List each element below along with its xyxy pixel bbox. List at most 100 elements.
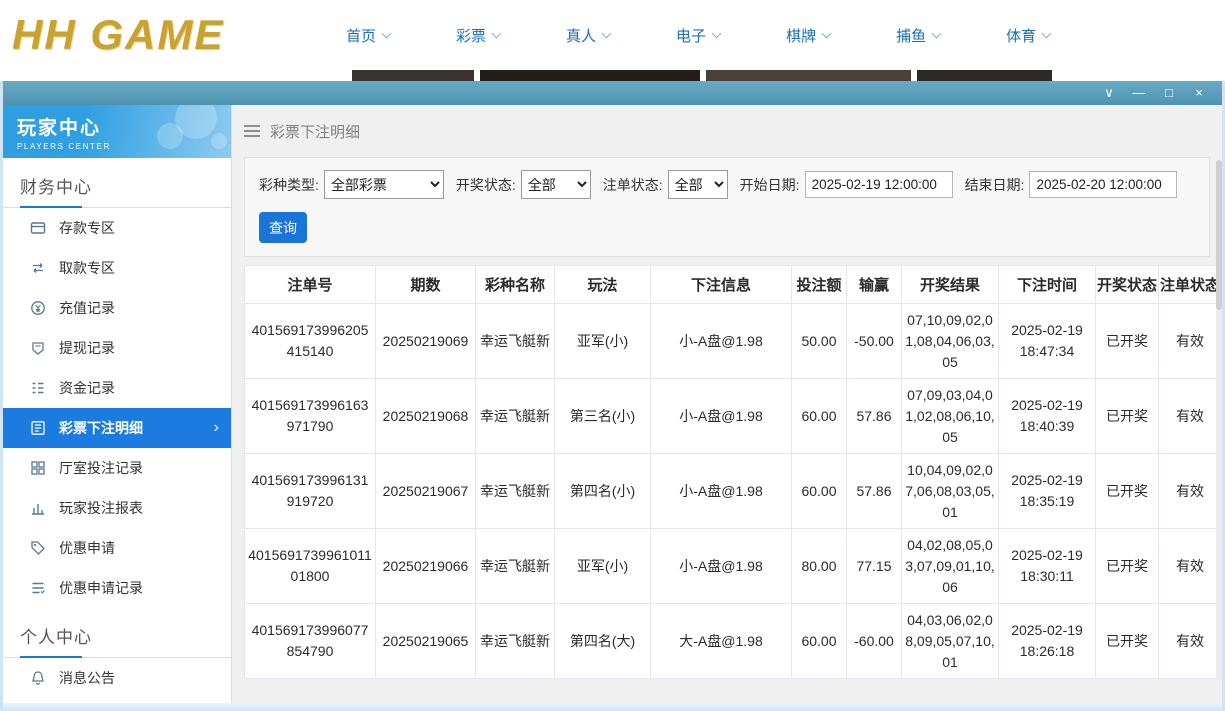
query-button[interactable]: 查询 — [259, 212, 307, 243]
nav-item[interactable]: 彩票 — [456, 25, 500, 46]
menu-toggle-icon[interactable] — [244, 125, 260, 137]
table-cell: 80.00 — [792, 529, 847, 604]
start-date-input[interactable] — [805, 171, 953, 198]
main-content: 彩票下注明细 彩种类型: 全部彩票 开奖状态: 全部 注单状态: 全部 开始日期… — [232, 105, 1222, 703]
sidebar: 玩家中心 PLAYERS CENTER 财务中心存款专区取款专区充值记录提现记录… — [3, 105, 232, 703]
table-cell: 小-A盘@1.98 — [651, 304, 792, 379]
sidebar-item-label: 资金记录 — [59, 378, 115, 398]
draw-status-select[interactable]: 全部 — [521, 170, 591, 199]
order-status-select[interactable]: 全部 — [668, 170, 728, 199]
table-cell: 60.00 — [792, 604, 847, 679]
promo-record-icon — [30, 580, 46, 596]
nav-item-label: 棋牌 — [786, 25, 816, 46]
table-cell: 20250219069 — [376, 304, 476, 379]
nav-item[interactable]: 捕鱼 — [896, 25, 940, 46]
chevron-down-icon — [492, 29, 502, 39]
table-header-cell: 开奖结果 — [902, 266, 999, 304]
sidebar-item[interactable]: 彩票下注明细› — [3, 408, 231, 448]
nav-item-label: 首页 — [346, 25, 376, 46]
sidebar-item[interactable]: 消息公告 — [3, 658, 231, 698]
scrollbar-thumb[interactable] — [1216, 160, 1222, 310]
table-row: 40156917399613191972020250219067幸运飞艇新第四名… — [245, 454, 1222, 529]
start-date-label: 开始日期: — [740, 175, 800, 195]
table-header-cell: 玩法 — [555, 266, 651, 304]
end-date-input[interactable] — [1029, 171, 1177, 198]
sidebar-item[interactable]: 充值记录 — [3, 288, 231, 328]
table-row: 40156917399616397179020250219068幸运飞艇新第三名… — [245, 379, 1222, 454]
cashout-icon — [30, 340, 46, 356]
nav-item[interactable]: 首页 — [346, 25, 390, 46]
table-row: 40156917399607785479020250219065幸运飞艇新第四名… — [245, 604, 1222, 679]
main-nav: 首页 彩票 真人 电子 棋牌 捕鱼 体育 — [346, 25, 1050, 46]
sidebar-item[interactable]: 优惠申请记录 — [3, 568, 231, 608]
sidebar-item[interactable]: 玩家投注报表 — [3, 488, 231, 528]
table-cell: -50.00 — [847, 304, 902, 379]
chevron-down-icon — [822, 29, 832, 39]
window-bottom-edge — [3, 703, 1222, 711]
section-title-label: 个人中心 — [20, 628, 92, 647]
table-cell: 60.00 — [792, 379, 847, 454]
sidebar-item-label: 彩票下注明细 — [59, 418, 143, 438]
table-cell: 幸运飞艇新 — [476, 304, 555, 379]
nav-item[interactable]: 棋牌 — [786, 25, 830, 46]
table-header-cell: 下注信息 — [651, 266, 792, 304]
table-cell: 401569173996131919720 — [245, 454, 376, 529]
section-title: 财务中心 — [3, 158, 231, 208]
table-cell: 小-A盘@1.98 — [651, 379, 792, 454]
table-cell: 07,10,09,02,01,08,04,06,03,05 — [902, 304, 999, 379]
sidebar-item[interactable]: 提现记录 — [3, 328, 231, 368]
scrollbar[interactable] — [1216, 160, 1222, 680]
nav-item-label: 彩票 — [456, 25, 486, 46]
table-row: 40156917399620541514020250219069幸运飞艇新亚军(… — [245, 304, 1222, 379]
nav-item-label: 捕鱼 — [896, 25, 926, 46]
chevron-down-icon — [932, 29, 942, 39]
table-cell: 已开奖 — [1096, 304, 1159, 379]
sidebar-item-label: 提现记录 — [59, 338, 115, 358]
decoration-circle — [157, 123, 183, 149]
hall-bet-icon — [30, 460, 46, 476]
sidebar-item[interactable]: 厅室投注记录 — [3, 448, 231, 488]
table-cell: 2025-02-19 18:26:18 — [999, 604, 1096, 679]
lottery-type-label: 彩种类型: — [259, 175, 319, 195]
sidebar-item-label: 优惠申请 — [59, 538, 115, 558]
nav-item[interactable]: 体育 — [1006, 25, 1050, 46]
bets-table: 注单号期数彩种名称玩法下注信息投注额输赢开奖结果下注时间开奖状态注单状态 401… — [244, 265, 1222, 679]
chevron-down-icon — [712, 29, 722, 39]
sidebar-nav: 财务中心存款专区取款专区充值记录提现记录资金记录彩票下注明细› 厅室投注记录玩家投… — [3, 158, 231, 698]
table-cell: 已开奖 — [1096, 379, 1159, 454]
sidebar-item-label: 充值记录 — [59, 298, 115, 318]
filter-row: 彩种类型: 全部彩票 开奖状态: 全部 注单状态: 全部 开始日期: 结束日期: — [259, 170, 1195, 199]
window-close-icon[interactable]: × — [1184, 81, 1214, 105]
table-cell: 10,04,09,02,07,06,08,03,05,01 — [902, 454, 999, 529]
table-cell: 04,02,08,05,03,07,09,01,10,06 — [902, 529, 999, 604]
sidebar-item[interactable]: 存款专区 — [3, 208, 231, 248]
table-cell: 有效 — [1159, 304, 1222, 379]
site-logo[interactable]: HH GAME — [12, 11, 302, 59]
window-minimize-icon[interactable]: — — [1124, 81, 1154, 105]
table-cell: 20250219065 — [376, 604, 476, 679]
table-cell: 401569173996205415140 — [245, 304, 376, 379]
sidebar-item[interactable]: 取款专区 — [3, 248, 231, 288]
sidebar-header: 玩家中心 PLAYERS CENTER — [3, 105, 231, 158]
window-maximize-icon[interactable]: □ — [1154, 81, 1184, 105]
chevron-down-icon — [382, 29, 392, 39]
table-cell: 50.00 — [792, 304, 847, 379]
recharge-icon — [30, 300, 46, 316]
banner-image-fragment — [706, 70, 911, 81]
sidebar-item[interactable]: 优惠申请 — [3, 528, 231, 568]
table-header-row: 注单号期数彩种名称玩法下注信息投注额输赢开奖结果下注时间开奖状态注单状态 — [245, 266, 1222, 304]
table-row: 40156917399610110180020250219066幸运飞艇新亚军(… — [245, 529, 1222, 604]
sidebar-item[interactable]: 资金记录 — [3, 368, 231, 408]
nav-item-label: 体育 — [1006, 25, 1036, 46]
window-collapse-icon[interactable]: ∨ — [1094, 81, 1124, 105]
nav-item[interactable]: 真人 — [566, 25, 610, 46]
table-cell: 有效 — [1159, 454, 1222, 529]
banner-image-fragment — [917, 70, 1052, 81]
nav-item[interactable]: 电子 — [676, 25, 720, 46]
table-cell: 第四名(大) — [555, 604, 651, 679]
sidebar-item-label: 厅室投注记录 — [59, 458, 143, 478]
table-cell: 60.00 — [792, 454, 847, 529]
lottery-type-select[interactable]: 全部彩票 — [324, 170, 444, 199]
table-header-cell: 彩种名称 — [476, 266, 555, 304]
draw-status-label: 开奖状态: — [456, 175, 516, 195]
